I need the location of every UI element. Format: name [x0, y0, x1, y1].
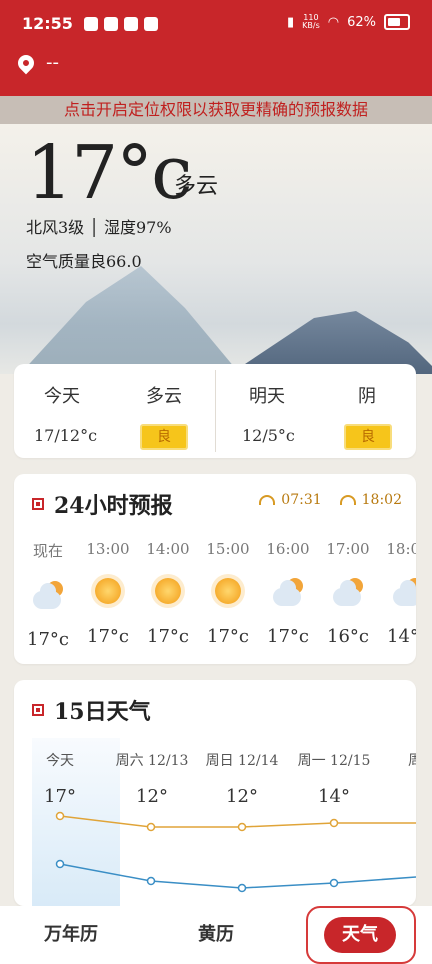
hour-time: 16:00: [266, 540, 310, 558]
network-speed: 110 KB/s: [302, 14, 320, 30]
daily-forecast-card[interactable]: 15日天气 今天 17° 周六 12/13 12° 周日 12/14 12° 周…: [14, 680, 416, 906]
divider: [215, 370, 216, 452]
today-aqi-badge: 良: [140, 424, 188, 450]
low-point: [329, 878, 339, 888]
high-point: [237, 822, 247, 832]
partly-cloudy-icon: [33, 581, 63, 611]
hour-time: 14:00: [146, 540, 190, 558]
hour-time: 15:00: [206, 540, 250, 558]
sunrise-icon: [259, 495, 276, 505]
temperature-trend-chart: [55, 811, 416, 893]
status-bar: 12:55 ▮ 110 KB/s ◠ 62%: [0, 0, 432, 48]
hourly-header: 24小时预报: [32, 488, 173, 520]
system-icons: ▮ 110 KB/s ◠ 62%: [287, 14, 410, 30]
hour-temperature: 17°c: [207, 626, 249, 647]
hour-item: 16:00 17°c: [258, 540, 318, 647]
top-header: 12:55 ▮ 110 KB/s ◠ 62% --: [0, 0, 432, 96]
low-temperature-line: [59, 863, 416, 889]
hour-item: 17:00 16°c: [318, 540, 378, 647]
hour-temperature: 14°c: [387, 626, 416, 647]
tomorrow-range: 12/5°c: [242, 426, 295, 445]
hour-temperature: 17°c: [147, 626, 189, 647]
wind-humidity: 北风3级 │ 湿度97%: [26, 218, 172, 237]
section-icon: [32, 498, 44, 510]
high-point: [146, 822, 156, 832]
partly-cloudy-icon: [333, 578, 363, 608]
hour-time: 18:00: [386, 540, 416, 558]
today-tomorrow-card[interactable]: 今天 多云 17/12°c 良 明天 阴 12/5°c 良: [14, 364, 416, 458]
hour-temperature: 17°c: [27, 629, 69, 650]
tab-weather[interactable]: 天气: [324, 917, 396, 953]
mountain-illustration: [20, 266, 240, 374]
hour-temperature: 16°c: [327, 626, 369, 647]
battery-icon: [384, 14, 410, 30]
app-notification-icon: [144, 17, 158, 31]
hourly-forecast-card[interactable]: 24小时预报 07:31 18:02 现在 17°c 13:00 17°c 14…: [14, 474, 416, 664]
low-point: [146, 876, 156, 886]
today-range: 17/12°c: [34, 426, 98, 445]
hour-item: 14:00 17°c: [138, 540, 198, 647]
location-pin-icon[interactable]: [14, 51, 38, 74]
hour-item: 现在 17°c: [18, 540, 78, 650]
sunset-icon: [339, 495, 356, 505]
bottom-tab-bar: 万年历 黄历 天气: [0, 906, 432, 964]
location-text[interactable]: --: [46, 52, 59, 73]
hour-item: 18:00 14°c: [378, 540, 416, 647]
sunrise: 07:31: [259, 492, 322, 508]
current-temperature: 17°c: [26, 130, 193, 216]
today-label: 今天: [44, 386, 80, 407]
hour-time: 17:00: [326, 540, 370, 558]
app-notification-icon: [124, 17, 138, 31]
low-point: [55, 859, 65, 869]
network-speed-unit: KB/s: [302, 21, 320, 30]
app-notification-icon: [84, 17, 98, 31]
hour-temperature: 17°c: [267, 626, 309, 647]
air-quality: 空气质量良66.0: [26, 252, 142, 271]
hour-time: 13:00: [86, 540, 130, 558]
high-point: [329, 818, 339, 828]
status-time: 12:55: [22, 14, 73, 33]
sunny-icon: [153, 578, 183, 608]
sunny-icon: [213, 578, 243, 608]
current-condition: 多云: [174, 174, 219, 199]
location-bar[interactable]: --: [14, 51, 59, 74]
wifi-icon: ◠: [327, 14, 340, 30]
high-temperature-line: [59, 815, 416, 828]
sunset-time: 18:02: [361, 492, 402, 508]
sunset: 18:02: [339, 492, 402, 508]
today-condition: 多云: [146, 386, 182, 407]
battery-percent: 62%: [347, 14, 376, 30]
hour-item: 15:00 17°c: [198, 540, 258, 647]
partly-cloudy-icon: [273, 578, 303, 608]
tomorrow-label: 明天: [249, 386, 285, 407]
tab-huangli[interactable]: 黄历: [198, 906, 234, 964]
hour-temperature: 17°c: [87, 626, 129, 647]
partly-cloudy-icon: [393, 578, 416, 608]
location-permission-notice[interactable]: 点击开启定位权限以获取更精确的预报数据: [0, 96, 432, 124]
sunrise-time: 07:31: [281, 492, 322, 508]
sunny-icon: [93, 578, 123, 608]
notification-icons: [84, 17, 158, 31]
tomorrow-condition: 阴: [358, 386, 376, 407]
hour-item: 13:00 17°c: [78, 540, 138, 647]
low-point: [237, 883, 247, 893]
vibrate-icon: ▮: [286, 14, 295, 30]
high-point: [55, 811, 65, 821]
tomorrow-aqi-badge: 良: [344, 424, 392, 450]
tab-almanac[interactable]: 万年历: [44, 906, 98, 964]
sun-times: 07:31 18:02: [259, 492, 402, 508]
app-notification-icon: [104, 17, 118, 31]
hour-time: 现在: [32, 542, 63, 560]
hourly-title: 24小时预报: [54, 493, 173, 519]
